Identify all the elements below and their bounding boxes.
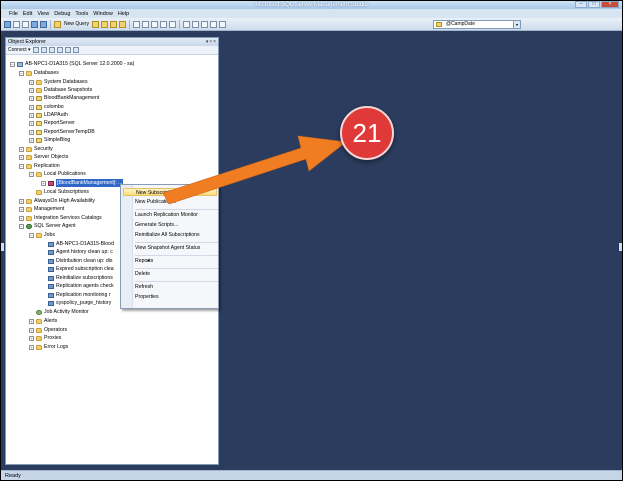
- callout-arrow: [162, 135, 347, 205]
- status-text: Ready: [5, 473, 21, 479]
- right-splitter-handle[interactable]: [619, 243, 622, 251]
- status-bar: Ready: [1, 470, 622, 480]
- ssms-window: Microsoft SQL Server Management Studio –…: [0, 0, 623, 481]
- left-splitter-handle[interactable]: [1, 243, 4, 251]
- step-number-badge: 21: [340, 106, 394, 160]
- callout-arrow-shaft: [162, 135, 347, 205]
